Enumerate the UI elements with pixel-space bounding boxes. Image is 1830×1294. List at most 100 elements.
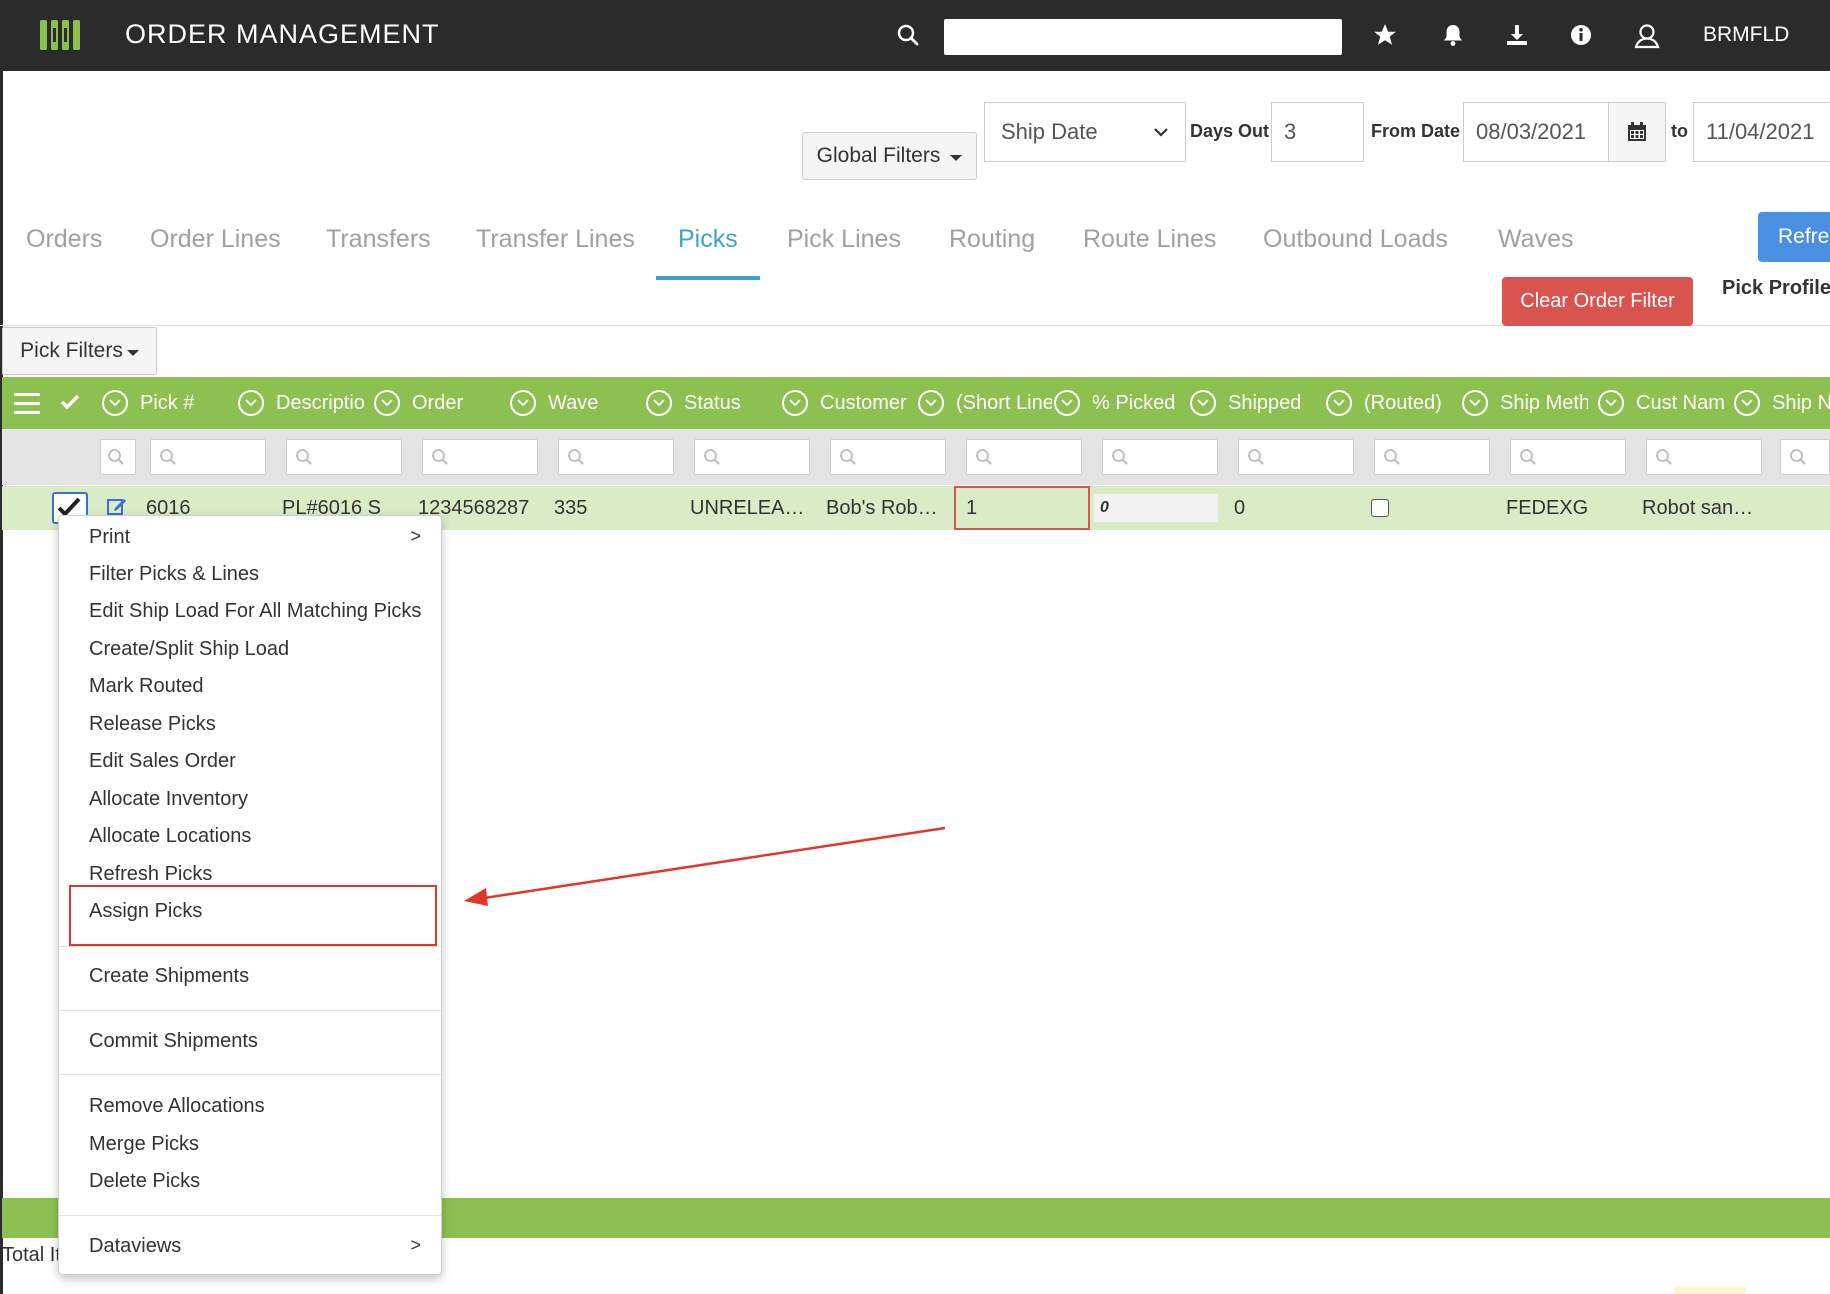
chevron-down-icon[interactable] [1326, 390, 1352, 416]
column-label: Cust Nam [1636, 391, 1724, 414]
tab-picks[interactable]: Picks [678, 225, 738, 254]
tab-orders[interactable]: Orders [26, 225, 102, 254]
chevron-down-icon[interactable] [1190, 390, 1216, 416]
menu-item-allocate-inventory[interactable]: Allocate Inventory [89, 788, 248, 811]
chevron-down-icon[interactable] [374, 390, 400, 416]
filter-input-order[interactable] [422, 439, 538, 475]
search-icon[interactable] [893, 20, 923, 50]
refresh-button[interactable]: Refre [1758, 212, 1830, 262]
tab-routing[interactable]: Routing [949, 225, 1035, 254]
chevron-down-icon[interactable] [646, 390, 672, 416]
menu-item-create-shipments[interactable]: Create Shipments [89, 965, 249, 988]
tab-route-lines[interactable]: Route Lines [1083, 225, 1216, 254]
menu-item-allocate-locations[interactable]: Allocate Locations [89, 825, 251, 848]
column-percent-picked[interactable]: % Picked [1054, 377, 1180, 429]
chevron-down-icon[interactable] [1734, 390, 1760, 416]
from-date-input[interactable]: 08/03/2021 [1463, 102, 1609, 162]
menu-icon[interactable] [14, 393, 40, 415]
column-wave[interactable]: Wave [510, 377, 636, 429]
chevron-down-icon[interactable] [782, 390, 808, 416]
filter-input-percent-picked[interactable] [1102, 439, 1218, 475]
column-customer[interactable]: Customer [782, 377, 908, 429]
menu-item-dataviews[interactable]: Dataviews > [89, 1235, 433, 1258]
menu-item-create-split-ship-load[interactable]: Create/Split Ship Load [89, 638, 289, 661]
menu-item-filter-picks-lines[interactable]: Filter Picks & Lines [89, 563, 259, 586]
info-icon[interactable] [1566, 20, 1596, 50]
active-tab-indicator [656, 276, 760, 280]
filter-input-ship-method[interactable] [1510, 439, 1626, 475]
cell-routed-checkbox[interactable] [1371, 499, 1389, 517]
global-search-input[interactable] [944, 19, 1342, 55]
tab-order-lines[interactable]: Order Lines [150, 225, 281, 254]
edit-icon[interactable] [106, 495, 128, 517]
column-status[interactable]: Status [646, 377, 772, 429]
chevron-down-icon[interactable] [1054, 390, 1080, 416]
filter-input-short-line[interactable] [966, 439, 1082, 475]
menu-item-release-picks[interactable]: Release Picks [89, 713, 216, 736]
clear-order-filter-button[interactable]: Clear Order Filter [1502, 277, 1693, 326]
column-shipped[interactable]: Shipped [1190, 377, 1316, 429]
column-label: (Short Line [956, 391, 1052, 414]
top-navigation-bar: ORDER MANAGEMENT BRMFLD [0, 0, 1830, 71]
username[interactable]: BRMFLD [1703, 23, 1789, 47]
filter-input-status[interactable] [694, 439, 810, 475]
tab-transfers[interactable]: Transfers [326, 225, 431, 254]
tab-pick-lines[interactable]: Pick Lines [787, 225, 901, 254]
user-icon[interactable] [1632, 20, 1662, 50]
column-routed[interactable]: (Routed) [1326, 377, 1452, 429]
column-short-line[interactable]: (Short Line [918, 377, 1052, 429]
column-label: Status [684, 391, 741, 414]
filter-input-pick-number[interactable] [150, 439, 266, 475]
menu-item-label: Dataviews [89, 1235, 182, 1257]
chevron-down-icon[interactable] [510, 390, 536, 416]
menu-item-delete-picks[interactable]: Delete Picks [89, 1170, 200, 1193]
menu-divider [59, 946, 441, 947]
cell-short-line-editing[interactable]: 1 [954, 486, 1090, 530]
star-icon[interactable] [1370, 20, 1400, 50]
column-cust-name[interactable]: Cust Nam [1598, 377, 1724, 429]
menu-item-print[interactable]: Print > [89, 526, 433, 549]
menu-item-mark-routed[interactable]: Mark Routed [89, 675, 204, 698]
filter-input-ship-n[interactable] [1780, 439, 1830, 475]
filter-input-shipped[interactable] [1238, 439, 1354, 475]
column-ship-n[interactable]: Ship N [1734, 377, 1830, 429]
chevron-down-icon[interactable] [918, 390, 944, 416]
calendar-button[interactable] [1608, 102, 1666, 162]
filter-input-selection[interactable] [100, 439, 136, 475]
column-description[interactable]: Descriptio [238, 377, 372, 429]
menu-item-merge-picks[interactable]: Merge Picks [89, 1133, 199, 1156]
filter-input-cust-name[interactable] [1646, 439, 1762, 475]
chevron-down-icon[interactable] [102, 390, 128, 416]
column-label: Shipped [1228, 391, 1302, 414]
column-pick-number[interactable]: Pick # [102, 377, 228, 429]
short-line-value: 1 [966, 496, 978, 519]
tab-waves[interactable]: Waves [1498, 225, 1573, 254]
check-icon[interactable] [60, 391, 80, 417]
column-order[interactable]: Order [374, 377, 500, 429]
bell-icon[interactable] [1438, 20, 1468, 50]
from-date-label: From Date [1371, 121, 1461, 141]
to-date-input[interactable]: 11/04/2021 [1693, 102, 1830, 162]
download-icon[interactable] [1502, 20, 1532, 50]
tab-outbound-loads[interactable]: Outbound Loads [1263, 225, 1448, 254]
column-label: % Picked [1092, 391, 1176, 414]
column-ship-method[interactable]: Ship Meth [1462, 377, 1588, 429]
chevron-down-icon[interactable] [1598, 390, 1624, 416]
filter-input-routed[interactable] [1374, 439, 1490, 475]
filter-input-description[interactable] [286, 439, 402, 475]
filter-input-customer[interactable] [830, 439, 946, 475]
chevron-down-icon[interactable] [1462, 390, 1488, 416]
pick-filters-dropdown[interactable]: Pick Filters [2, 327, 157, 375]
filter-input-wave[interactable] [558, 439, 674, 475]
chevron-down-icon[interactable] [238, 390, 264, 416]
global-filters-dropdown[interactable]: Global Filters [802, 132, 977, 180]
menu-item-refresh-picks[interactable]: Refresh Picks [89, 863, 212, 886]
date-type-select[interactable]: Ship Date [984, 102, 1186, 162]
logo-icon[interactable] [38, 18, 84, 52]
menu-item-edit-sales-order[interactable]: Edit Sales Order [89, 750, 236, 773]
menu-item-remove-allocations[interactable]: Remove Allocations [89, 1095, 265, 1118]
days-out-input[interactable]: 3 [1271, 102, 1364, 162]
menu-item-commit-shipments[interactable]: Commit Shipments [89, 1030, 258, 1053]
menu-item-edit-ship-load[interactable]: Edit Ship Load For All Matching Picks [89, 600, 421, 623]
tab-transfer-lines[interactable]: Transfer Lines [476, 225, 635, 254]
